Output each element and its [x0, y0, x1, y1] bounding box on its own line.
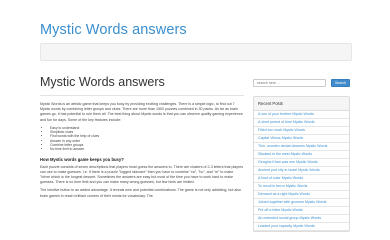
list-item: A short period of time Mystic Words [254, 119, 349, 127]
recent-post-link[interactable]: To recoil in terror Mystic Words [258, 184, 307, 188]
list-item: Ancient port city in Israel Mystic Words [254, 167, 349, 175]
search-form: Search [253, 79, 350, 87]
recent-post-link[interactable]: Demand as a right Mystic Words [258, 192, 310, 196]
list-item: A son of your brother Mystic Words [254, 111, 349, 119]
body-paragraph: Each puzzle consists of seven descriptio… [40, 164, 244, 185]
list-item: Thin, wooden dental cleaners Mystic Word… [254, 143, 349, 151]
list-item: Filled too much Mystic Words [254, 127, 349, 135]
search-input[interactable] [253, 79, 326, 87]
recent-post-link[interactable]: Leaded your capacity Mystic Words [258, 224, 315, 228]
list-item: Genghis Khan was one Mystic Words [254, 159, 349, 167]
post-title: Mystic Words answers [40, 75, 165, 89]
list-item: Joined together with grooves Mystic Word… [254, 199, 349, 207]
list-item: Leaded your capacity Mystic Words [254, 223, 349, 231]
intro-paragraph: Mystic Words is an artistic game that ke… [40, 102, 243, 122]
recent-post-link[interactable]: A short period of time Mystic Words [258, 120, 314, 124]
recent-post-link[interactable]: A son of your brother Mystic Words [258, 112, 314, 116]
recent-posts-heading: Recent Posts [254, 97, 349, 111]
feature-item: No time limit to answer [50, 147, 244, 151]
search-button[interactable]: Search [331, 79, 350, 87]
navigation-bar [40, 43, 352, 61]
site-title[interactable]: Mystic Words answers [40, 22, 187, 38]
recent-post-link[interactable]: A kind of color Mystic Words [258, 176, 303, 180]
list-item: Put off a letter Mystic Words [254, 207, 349, 215]
recent-post-link[interactable]: Thin, wooden dental cleaners Mystic Word… [258, 144, 327, 148]
title-divider [40, 95, 244, 96]
recent-post-link[interactable]: Put off a letter Mystic Words [258, 208, 303, 212]
recent-posts-panel: Recent Posts A son of your brother Mysti… [253, 96, 350, 232]
list-item: A kind of color Mystic Words [254, 175, 349, 183]
recent-post-link[interactable]: Joined together with grooves Mystic Word… [258, 200, 326, 204]
recent-post-link[interactable]: An extended social group Mystic Words [258, 216, 321, 220]
list-item: To recoil in terror Mystic Words [254, 183, 349, 191]
section-heading: How Mystic words game keeps you busy? [40, 156, 124, 162]
main-content: Mystic Words answers Mystic Words is an … [40, 74, 244, 202]
recent-post-link[interactable]: Capital Vilnius Mystic Words [258, 136, 303, 140]
list-item: Demand as a right Mystic Words [254, 191, 349, 199]
list-item: Situated to the west Mystic Words [254, 151, 349, 159]
body-paragraph: The intuitive button is an added advanta… [40, 188, 241, 198]
recent-post-link[interactable]: Situated to the west Mystic Words [258, 152, 312, 156]
recent-post-link[interactable]: Genghis Khan was one Mystic Words [258, 160, 318, 164]
features-list: Easy to understand Simplistic clues Find… [50, 126, 244, 152]
recent-post-link[interactable]: Ancient port city in Israel Mystic Words [258, 168, 320, 172]
recent-post-link[interactable]: Filled too much Mystic Words [258, 128, 305, 132]
sidebar: Search Recent Posts A son of your brothe… [253, 79, 350, 232]
recent-posts-list: A son of your brother Mystic Words A sho… [254, 111, 349, 231]
list-item: An extended social group Mystic Words [254, 215, 349, 223]
list-item: Capital Vilnius Mystic Words [254, 135, 349, 143]
